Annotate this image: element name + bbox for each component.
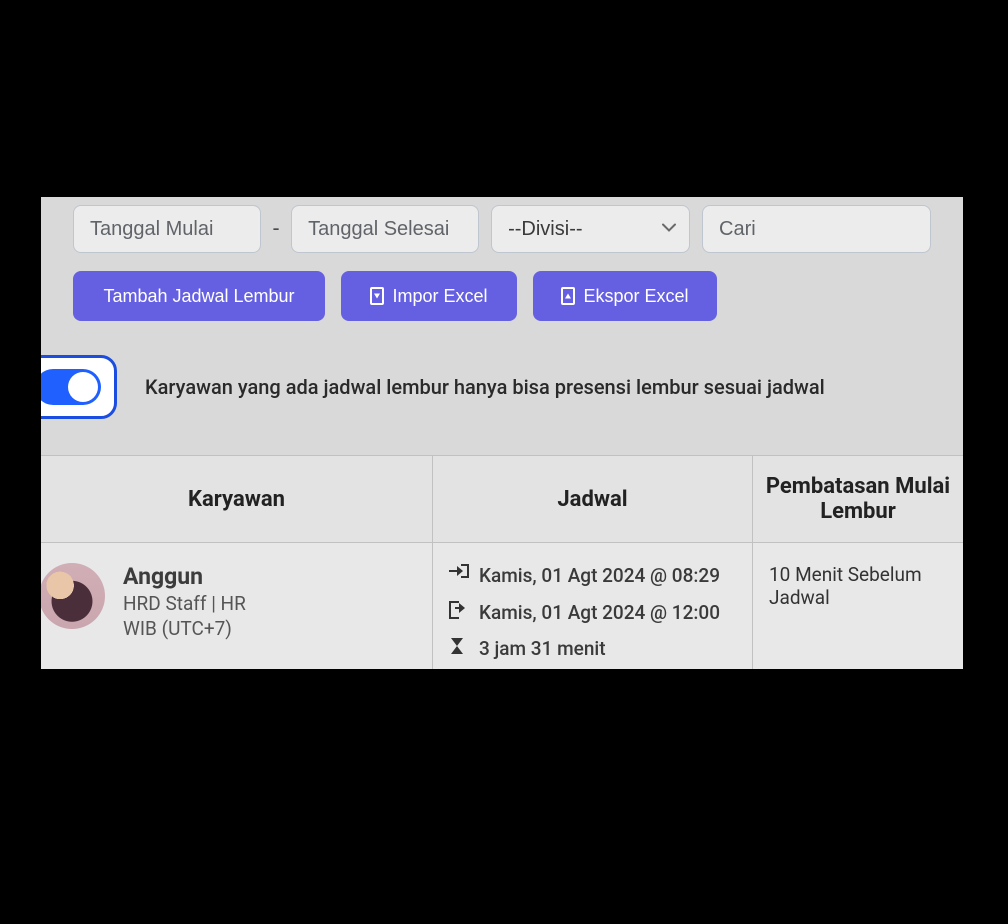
add-overtime-schedule-button[interactable]: Tambah Jadwal Lembur [73, 271, 325, 321]
import-excel-label: Impor Excel [392, 286, 487, 307]
overtime-table: Karyawan Jadwal Pembatasan Mulai Lembur … [41, 455, 963, 669]
restrict-attendance-toggle[interactable] [41, 369, 101, 405]
toggle-highlight-frame [41, 355, 117, 419]
action-row: Tambah Jadwal Lembur Impor Excel Ekspor … [41, 253, 963, 321]
start-date-input[interactable] [73, 205, 261, 253]
toggle-caption: Karyawan yang ada jadwal lembur hanya bi… [145, 375, 825, 399]
export-excel-button[interactable]: Ekspor Excel [533, 271, 717, 321]
employee-name: Anggun [123, 563, 246, 590]
schedule-out-line: Kamis, 01 Agt 2024 @ 12:00 [449, 600, 736, 627]
end-date-input[interactable] [291, 205, 479, 253]
schedule-duration-line: 3 jam 31 menit [449, 636, 736, 663]
hourglass-icon [449, 640, 469, 658]
sign-out-icon [449, 604, 469, 622]
table-header-row: Karyawan Jadwal Pembatasan Mulai Lembur [41, 456, 963, 543]
cell-employee: Anggun HRD Staff | HR WIB (UTC+7) [41, 543, 433, 669]
restriction-text: 10 Menit Sebelum Jadwal [769, 563, 922, 609]
filter-row: - [41, 197, 963, 253]
search-input[interactable] [702, 205, 931, 253]
sign-in-icon [449, 567, 469, 585]
employee-role: HRD Staff | HR [123, 592, 246, 615]
cell-restriction: 10 Menit Sebelum Jadwal [753, 543, 963, 669]
toggle-row: Karyawan yang ada jadwal lembur hanya bi… [41, 321, 963, 455]
file-import-icon [370, 287, 384, 305]
schedule-duration-text: 3 jam 31 menit [479, 636, 606, 663]
table-row: Anggun HRD Staff | HR WIB (UTC+7) Kamis,… [41, 543, 963, 669]
schedule-out-text: Kamis, 01 Agt 2024 @ 12:00 [479, 600, 720, 627]
import-excel-button[interactable]: Impor Excel [341, 271, 517, 321]
overtime-schedule-panel: - Tambah Jadwal Lembur Impor Excel Ekspo… [41, 197, 963, 669]
employee-info: Anggun HRD Staff | HR WIB (UTC+7) [123, 563, 246, 640]
col-header-schedule: Jadwal [433, 456, 753, 542]
toggle-knob [68, 372, 98, 402]
employee-avatar [41, 563, 105, 629]
division-select-value[interactable] [491, 205, 690, 253]
date-range-separator: - [273, 217, 279, 242]
col-header-employee: Karyawan [41, 456, 433, 542]
cell-schedule: Kamis, 01 Agt 2024 @ 08:29 Kamis, 01 Agt… [433, 543, 753, 669]
employee-timezone: WIB (UTC+7) [123, 617, 246, 640]
export-excel-label: Ekspor Excel [583, 286, 688, 307]
file-export-icon [561, 287, 575, 305]
schedule-in-text: Kamis, 01 Agt 2024 @ 08:29 [479, 563, 720, 590]
schedule-in-line: Kamis, 01 Agt 2024 @ 08:29 [449, 563, 736, 590]
division-select[interactable] [491, 205, 690, 253]
add-overtime-schedule-label: Tambah Jadwal Lembur [103, 286, 294, 307]
col-header-restriction: Pembatasan Mulai Lembur [753, 456, 963, 542]
